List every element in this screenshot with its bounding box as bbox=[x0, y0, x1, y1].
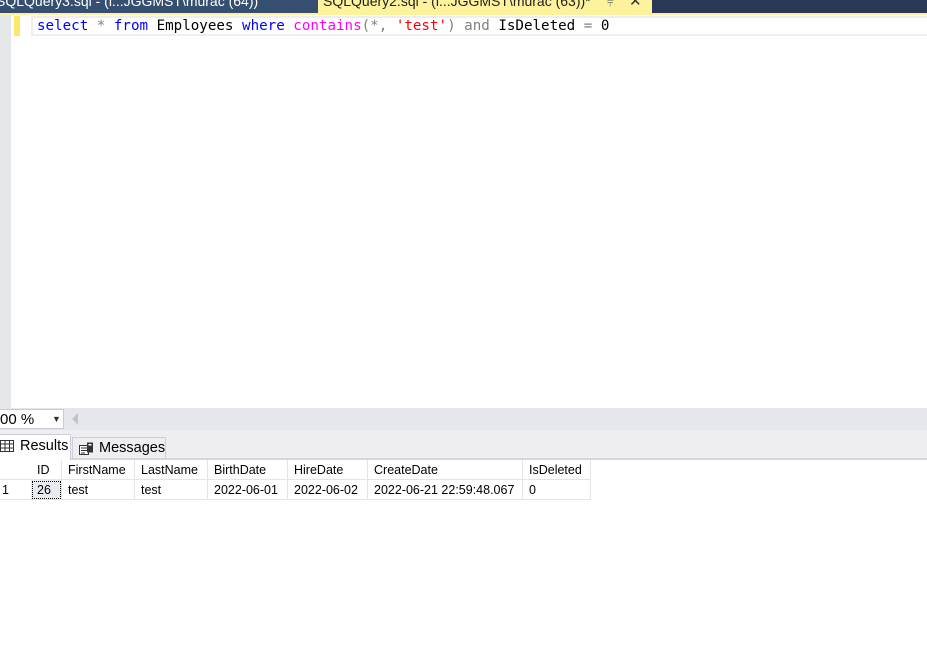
results-tab-strip: Results Messages bbox=[0, 430, 927, 460]
sql-token-plain: Employees bbox=[148, 18, 243, 34]
column-header-lastname[interactable]: LastName bbox=[135, 460, 208, 480]
cell-hiredate[interactable]: 2022-06-02 bbox=[288, 480, 368, 500]
query-text[interactable]: select * from Employees where contains(*… bbox=[37, 17, 609, 35]
cell-id[interactable]: 26 bbox=[31, 480, 62, 500]
editor-status-bar: 00 % ▼ bbox=[0, 408, 927, 430]
sql-token-operator: ) bbox=[447, 18, 456, 34]
column-header-birthdate[interactable]: BirthDate bbox=[208, 460, 288, 480]
column-header-firstname[interactable]: FirstName bbox=[62, 460, 135, 480]
document-tab-bar: SQLQuery3.sql - (l...JGGMST\murac (64)) … bbox=[0, 0, 927, 13]
close-icon[interactable]: ✕ bbox=[629, 0, 642, 9]
zoom-dropdown[interactable]: 00 % ▼ bbox=[0, 409, 64, 429]
column-header-isdeleted[interactable]: IsDeleted bbox=[523, 460, 591, 480]
column-header-hiredate[interactable]: HireDate bbox=[288, 460, 368, 480]
sql-token-operator: = bbox=[583, 18, 593, 34]
sql-token-plain bbox=[105, 18, 114, 34]
tab-messages[interactable]: Messages bbox=[72, 437, 166, 459]
sql-token-keyword: select bbox=[37, 18, 89, 34]
sql-token-string: 'test' bbox=[395, 18, 448, 34]
document-tab-sqlquery2[interactable]: SQLQuery2.sql - (l...JGGMST\murac (63))*… bbox=[318, 0, 652, 13]
sql-token-plain bbox=[456, 18, 465, 34]
cell-createdate[interactable]: 2022-06-21 22:59:48.067 bbox=[368, 480, 523, 500]
document-tab-sqlquery3[interactable]: SQLQuery3.sql - (l...JGGMST\murac (64)) bbox=[0, 0, 318, 13]
column-header-id[interactable]: ID bbox=[31, 460, 62, 480]
sql-token-plain: 0 bbox=[592, 18, 610, 34]
row-number[interactable]: 1 bbox=[0, 480, 31, 500]
tab-label: SQLQuery3.sql - (l...JGGMST\murac (64)) bbox=[0, 0, 259, 9]
cell-firstname[interactable]: test bbox=[62, 480, 135, 500]
scroll-left-icon[interactable] bbox=[72, 413, 78, 425]
sql-token-plain: IsDeleted bbox=[489, 18, 584, 34]
cell-birthdate[interactable]: 2022-06-01 bbox=[208, 480, 288, 500]
caret-down-icon[interactable]: ▼ bbox=[52, 410, 61, 429]
grid-icon bbox=[0, 440, 14, 452]
query-editor[interactable]: select * from Employees where contains(*… bbox=[0, 15, 927, 408]
sql-token-function: contains bbox=[293, 18, 362, 34]
cell-isdeleted[interactable]: 0 bbox=[523, 480, 591, 500]
column-header-createdate[interactable]: CreateDate bbox=[368, 460, 523, 480]
unsaved-change-marker bbox=[14, 16, 20, 36]
tab-messages-label: Messages bbox=[99, 440, 166, 456]
editor-gutter bbox=[0, 15, 11, 408]
sql-token-plain bbox=[387, 18, 396, 34]
sql-token-plain bbox=[88, 18, 97, 34]
tab-results-label: Results bbox=[20, 438, 69, 454]
sql-token-operator: and bbox=[464, 18, 490, 34]
pin-icon[interactable]: ⫧ bbox=[607, 0, 614, 9]
sql-token-keyword: from bbox=[113, 18, 149, 34]
cell-lastname[interactable]: test bbox=[135, 480, 208, 500]
messages-icon bbox=[79, 442, 93, 455]
tab-label: SQLQuery2.sql - (l...JGGMST\murac (63))* bbox=[323, 0, 591, 9]
row-number-header bbox=[0, 460, 31, 480]
tab-results[interactable]: Results bbox=[0, 434, 71, 460]
sql-token-keyword: where bbox=[242, 18, 285, 34]
zoom-level: 00 % bbox=[0, 411, 35, 428]
sql-token-operator: (*, bbox=[361, 18, 388, 34]
sql-token-plain bbox=[285, 18, 294, 34]
